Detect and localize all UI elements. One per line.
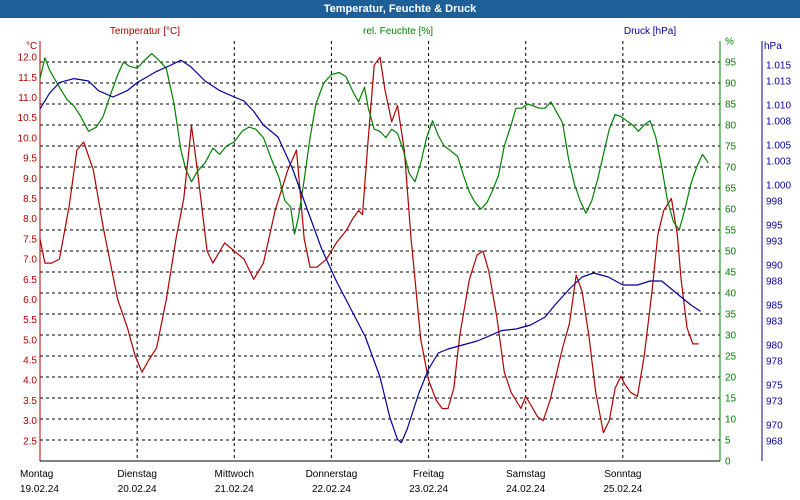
pressure-tick-label: 970 [766,421,783,432]
humidity-tick-label: 60 [725,205,737,216]
pressure-tick-label: 1.005 [766,141,791,152]
temp-tick-label: 8.0 [23,214,37,225]
pressure-tick-label: 980 [766,341,783,352]
humidity-tick-label: 15 [725,394,737,405]
pressure-tick-label: 1.015 [766,61,791,72]
x-tick-date: 19.02.24 [20,484,59,495]
temp-ticks: 3.0 2.5 3.5 4.0 4.5 5.0 5.5 6.0 6.5 7.0 7.5 8.0 8.5 9… [18,53,38,448]
pressure-tick-label: 1.013 [766,77,791,88]
series-lines [39,52,709,444]
temp-axis-title: Temperatur [°C] [110,26,180,37]
pressure-tick-label: 973 [766,397,783,408]
temp-tick-label: 11.0 [18,93,37,104]
pressure-tick-label: 983 [766,317,783,328]
temp-tick-label: 9.0 [23,174,37,185]
x-tick-date: 20.02.24 [118,484,157,495]
temp-tick-label: 7.0 [23,255,37,266]
x-tick-day: Freitag [413,469,444,480]
pressure-tick-label: 988 [766,277,783,288]
humidity-tick-label: 55 [725,226,737,237]
temp-tick-label: 6.0 [23,295,37,306]
humidity-tick-label: 10 [725,415,737,426]
pressure-tick-label: 978 [766,357,783,368]
x-tick-date: 23.02.24 [409,484,448,495]
x-tick-date: 21.02.24 [215,484,254,495]
temp-tick-label: 11.5 [18,73,37,84]
humidity-tick-label: 5 [725,436,731,447]
pressure-tick-label: 1.010 [766,101,791,112]
x-tick-day: Sonntag [604,469,641,480]
humidity-tick-label: 45 [725,268,737,279]
temp-tick-label: 10.0 [18,133,38,144]
humidity-tick-label: 70 [725,163,737,174]
pressure-tick-label: 993 [766,237,783,248]
temp-tick-label: 7.5 [23,234,37,245]
pressure-tick-label: 1.008 [766,117,791,128]
temp-tick-label: 12.0 [18,53,38,64]
humidity-tick-label: 65 [725,184,737,195]
x-tick-date: 24.02.24 [506,484,545,495]
temp-tick-label: 5.0 [23,335,37,346]
temp-tick-label: 4.0 [23,376,37,387]
humidity-ticks: 0 5 10 15 20 25 30 35 40 45 50 55 60 65 70 75 80 85 90 95% [725,37,737,468]
temp-tick-label: 4.5 [23,356,37,367]
x-tick-day: Donnerstag [306,469,358,480]
chart-title: Temperatur, Feuchte & Druck [0,0,800,18]
humidity-tick-label: 95 [725,58,737,69]
chart-canvas: Temperatur [°C] rel. Feuchte [%] Druck [… [18,26,792,495]
humidity-tick-label: 85 [725,100,737,111]
axis-labels: Temperatur [°C] rel. Feuchte [%] Druck [… [26,26,782,52]
chart-grid [40,41,720,461]
x-ticks: Montag 19.02.24 Dienstag 20.02.24 Mittwoch 21… [20,469,643,495]
temp-tick-label: 8.5 [23,194,37,205]
humidity-tick-label: 50 [725,247,737,258]
pressure-tick-label: 990 [766,261,783,272]
temp-tick-label: 9.5 [23,154,37,165]
humidity-tick-label: 80 [725,121,737,132]
x-tick-date: 25.02.24 [603,484,642,495]
humidity-tick-label: 40 [725,289,737,300]
x-tick-date: 22.02.24 [312,484,351,495]
humidity-tick-label: 30 [725,331,737,342]
temp-tick-label: 2.5 [23,436,37,447]
humidity-axis-title: rel. Feuchte [%] [363,26,433,37]
temp-tick-label: 3.0 [23,416,37,427]
x-tick-day: Mittwoch [215,469,254,480]
temp-tick-label: 6.5 [23,275,37,286]
x-tick-day: Dienstag [117,469,156,480]
temp-tick-label: 5.5 [23,315,37,326]
temp-tick-label: 10.5 [18,113,38,124]
temp-axis-unit: °C [26,41,37,52]
humidity-tick-label: % [725,37,734,48]
temp-tick-label: 3.5 [23,396,37,407]
pressure-tick-label: 1.000 [766,181,791,192]
pressure-tick-label: 1.003 [766,157,791,168]
x-tick-day: Samstag [506,469,545,480]
pressure-tick-label: 968 [766,437,783,448]
pressure-axis-unit: hPa [764,41,782,52]
x-tick-day: Montag [20,469,53,480]
pressure-tick-label: 995 [766,221,783,232]
humidity-tick-label: 75 [725,142,737,153]
humidity-tick-label: 90 [725,79,737,90]
humidity-tick-label: 35 [725,310,737,321]
humidity-tick-label: 0 [725,457,731,468]
humidity-tick-label: 20 [725,373,737,384]
humidity-tick-label: 25 [725,352,737,363]
pressure-tick-label: 975 [766,381,783,392]
pressure-axis-title: Druck [hPa] [624,26,676,37]
pressure-tick-label: 998 [766,197,783,208]
pressure-ticks: 968 970 973 975 978 980 983 985 988 990 993 995 998 1… [766,61,791,448]
pressure-tick-label: 985 [766,301,783,312]
